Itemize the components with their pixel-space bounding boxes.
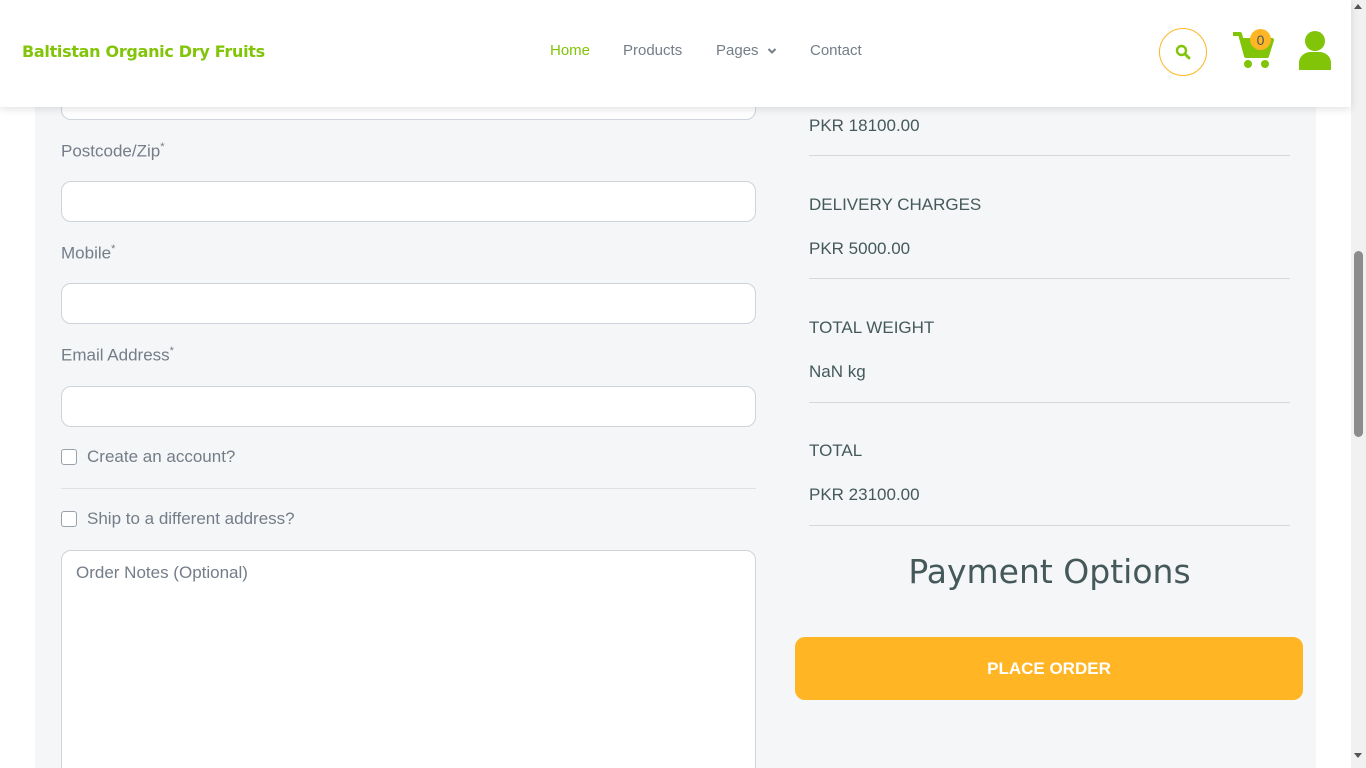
order-notes-textarea[interactable]: Order Notes (Optional) bbox=[61, 550, 756, 768]
email-input[interactable] bbox=[61, 386, 756, 427]
delivery-charges-value: PKR 5000.00 bbox=[809, 239, 911, 258]
create-account-checkbox[interactable] bbox=[61, 449, 77, 465]
site-header: Baltistan Organic Dry Fruits Home Produc… bbox=[0, 0, 1351, 107]
nav-pages-label: Pages bbox=[716, 42, 759, 59]
create-account-label[interactable]: Create an account? bbox=[87, 447, 235, 467]
scrollbar-thumb[interactable] bbox=[1354, 251, 1363, 437]
nav-products-link[interactable]: Products bbox=[623, 42, 682, 59]
delivery-charges-label: DELIVERY CHARGES bbox=[809, 195, 982, 214]
order-notes-placeholder: Order Notes (Optional) bbox=[76, 563, 248, 582]
total-value: PKR 23100.00 bbox=[809, 485, 920, 504]
user-icon[interactable] bbox=[1297, 30, 1333, 70]
nav-pages-dropdown[interactable]: Pages bbox=[716, 42, 777, 59]
total-weight-label: TOTAL WEIGHT bbox=[809, 318, 935, 337]
search-icon bbox=[1175, 44, 1191, 60]
email-label: Email Address* bbox=[61, 345, 174, 365]
cart-count-badge: 0 bbox=[1250, 29, 1271, 50]
summary-divider bbox=[809, 402, 1290, 403]
nav-contact-link[interactable]: Contact bbox=[810, 42, 862, 59]
ship-different-row: Ship to a different address? bbox=[61, 509, 295, 529]
mobile-input[interactable] bbox=[61, 283, 756, 324]
search-button[interactable] bbox=[1159, 28, 1207, 76]
chevron-down-icon bbox=[767, 47, 776, 54]
place-order-button[interactable]: PLACE ORDER bbox=[795, 637, 1303, 700]
nav-home-link[interactable]: Home bbox=[550, 42, 590, 59]
scroll-down-arrow-icon[interactable] bbox=[1354, 753, 1362, 758]
total-weight-value: NaN kg bbox=[809, 362, 866, 381]
payment-options-heading: Payment Options bbox=[908, 552, 1191, 591]
postcode-label: Postcode/Zip* bbox=[61, 141, 165, 161]
create-account-row: Create an account? bbox=[61, 447, 235, 467]
summary-divider bbox=[809, 525, 1290, 526]
scroll-up-arrow-icon[interactable] bbox=[1354, 4, 1362, 9]
ship-different-checkbox[interactable] bbox=[61, 511, 77, 527]
subtotal-value: PKR 18100.00 bbox=[809, 116, 920, 135]
summary-divider bbox=[809, 155, 1290, 156]
summary-divider bbox=[809, 278, 1290, 279]
form-divider bbox=[61, 488, 756, 489]
brand-logo[interactable]: Baltistan Organic Dry Fruits bbox=[22, 42, 265, 61]
mobile-label: Mobile* bbox=[61, 243, 116, 263]
postcode-input[interactable] bbox=[61, 181, 756, 222]
total-label: TOTAL bbox=[809, 441, 863, 460]
ship-different-label[interactable]: Ship to a different address? bbox=[87, 509, 295, 529]
